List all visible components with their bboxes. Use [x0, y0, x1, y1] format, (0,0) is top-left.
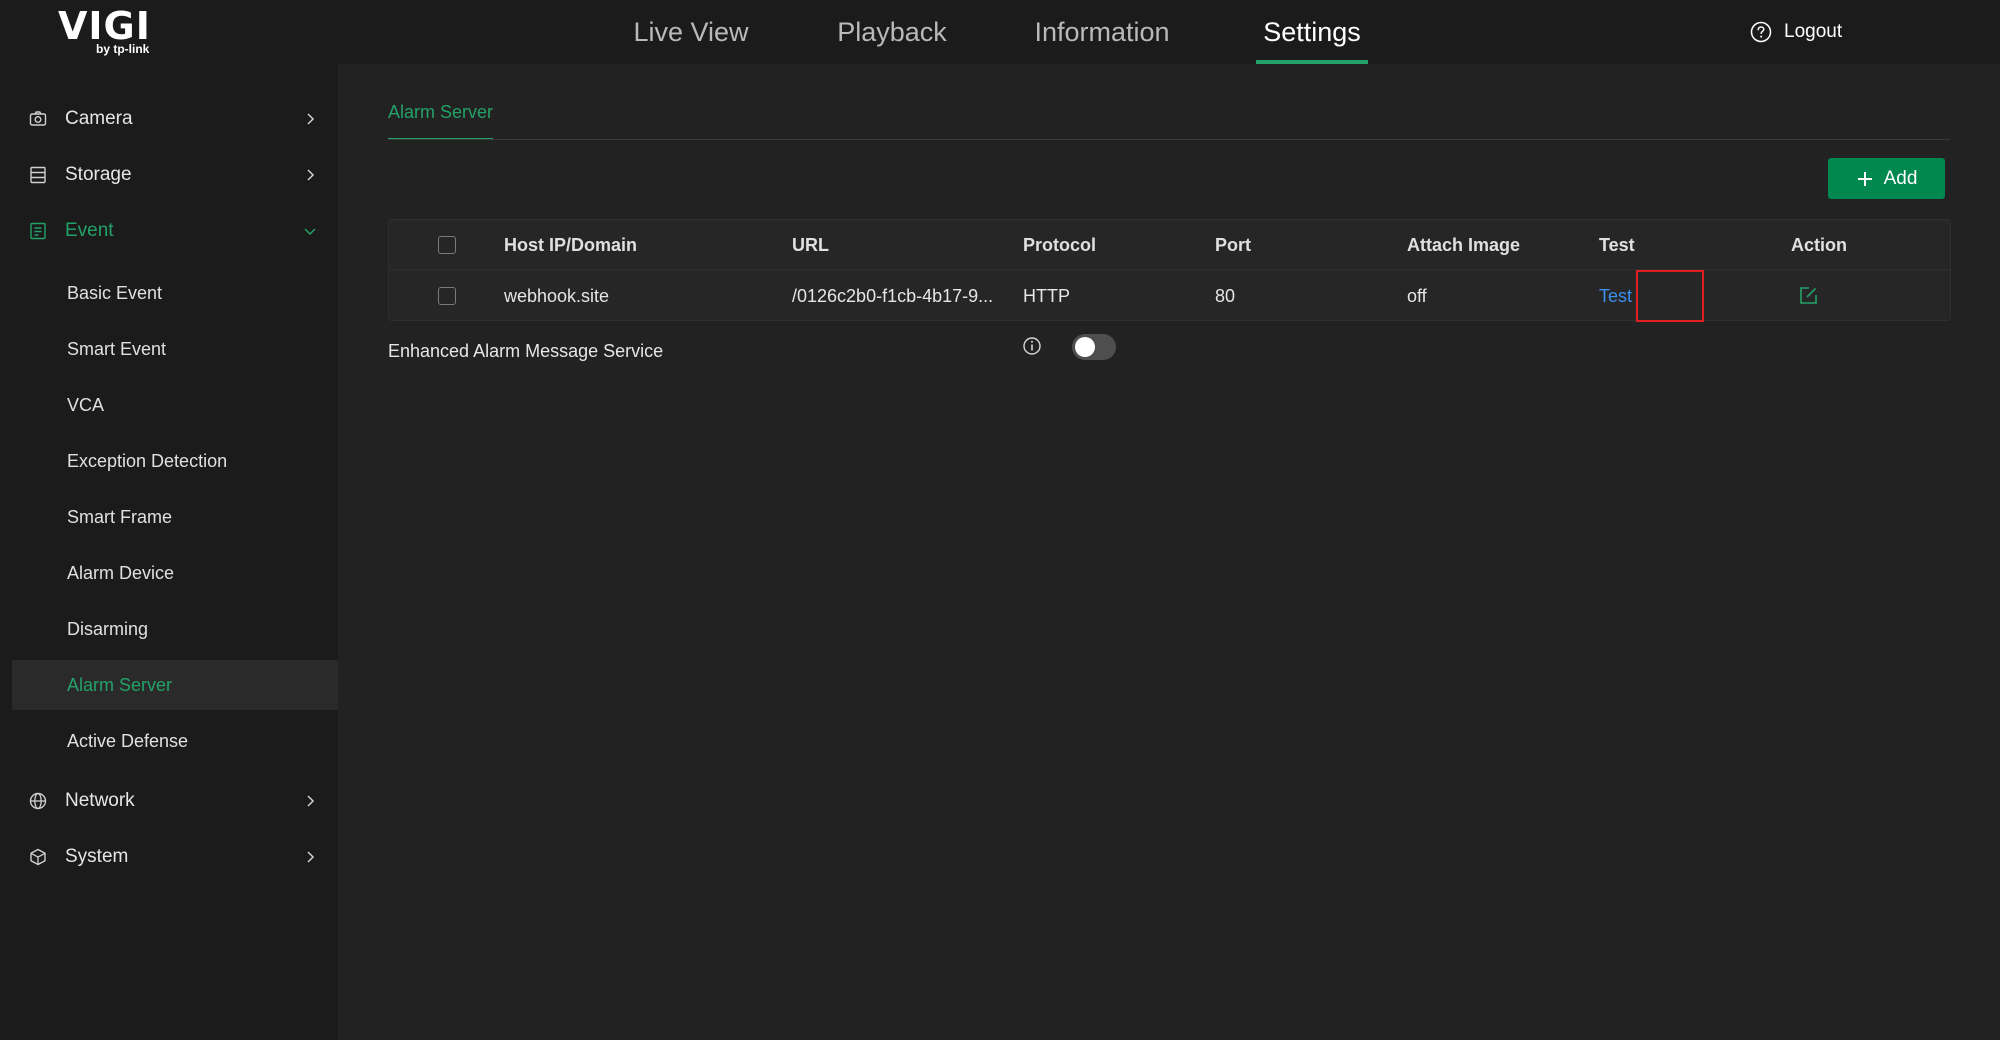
camera-icon: [29, 111, 47, 126]
app-root: VIGI by tp-link Live View Playback Infor…: [0, 0, 2000, 1040]
sidebar-item-label: Network: [65, 790, 135, 811]
sidebar-item-label: Camera: [65, 108, 133, 129]
main-content: Alarm Server Add Host IP/Domain URL Prot…: [338, 64, 2000, 1040]
sidebar-subitem-exception-detection[interactable]: Exception Detection: [12, 436, 338, 486]
tab-playback[interactable]: Playback: [834, 0, 950, 64]
column-header-test: Test: [1599, 235, 1635, 255]
add-button[interactable]: Add: [1828, 158, 1945, 199]
sidebar-subitem-active-defense[interactable]: Active Defense: [12, 716, 338, 766]
column-header-attach-image: Attach Image: [1407, 235, 1521, 255]
sidebar-item-label: System: [65, 846, 129, 867]
sidebar-subitem-label: Active Defense: [67, 731, 189, 751]
info-icon[interactable]: [1022, 336, 1042, 356]
sidebar-subitem-alarm-server[interactable]: Alarm Server: [12, 660, 338, 710]
enhanced-alarm-label: Enhanced Alarm Message Service: [388, 340, 664, 361]
alarm-server-table: Host IP/Domain URL Protocol Port Attach …: [388, 219, 1951, 322]
sidebar-subitem-label: Basic Event: [67, 283, 163, 303]
add-button-label: Add: [1883, 167, 1918, 189]
sidebar-subitem-smart-frame[interactable]: Smart Frame: [12, 492, 338, 542]
chevron-right-icon: [307, 851, 315, 863]
top-bar: VIGI by tp-link Live View Playback Infor…: [0, 0, 2000, 64]
subtab-label: Alarm Server: [388, 102, 494, 122]
sidebar-item-camera[interactable]: Camera: [12, 94, 338, 144]
chevron-down-icon: [304, 228, 316, 236]
sidebar-item-network[interactable]: Network: [12, 776, 338, 826]
cell-url: /0126c2b0-f1cb-4b17-9...: [792, 286, 994, 306]
table-header-row: Host IP/Domain URL Protocol Port Attach …: [389, 220, 1950, 270]
vigi-logo: VIGI by tp-link: [58, 6, 168, 58]
sidebar-subitem-label: VCA: [67, 395, 105, 415]
cell-attach-image: off: [1407, 286, 1427, 306]
tab-settings[interactable]: Settings: [1256, 0, 1368, 64]
toggle-knob: [1075, 337, 1095, 357]
tab-information[interactable]: Information: [1030, 0, 1174, 64]
chevron-right-icon: [307, 795, 315, 807]
tab-settings-label: Settings: [1263, 17, 1361, 47]
storage-icon: [30, 166, 46, 184]
event-icon: [30, 222, 46, 240]
sidebar-subitem-smart-event[interactable]: Smart Event: [12, 324, 338, 374]
sidebar-subitem-alarm-device[interactable]: Alarm Device: [12, 548, 338, 598]
logout-button[interactable]: Logout: [1750, 18, 1842, 46]
logout-label: Logout: [1784, 21, 1843, 42]
cube-icon: [30, 848, 46, 866]
enhanced-alarm-toggle[interactable]: [1072, 334, 1116, 360]
sidebar-item-event[interactable]: Event: [12, 206, 338, 256]
logo-tagline: by tp-link: [96, 42, 150, 56]
chevron-right-icon: [307, 169, 315, 181]
sidebar-subitem-basic-event[interactable]: Basic Event: [12, 268, 338, 318]
sidebar-item-label: Event: [65, 220, 114, 241]
sidebar: Camera Storage Event Basic Event Smart E…: [0, 64, 338, 1040]
test-link[interactable]: Test: [1599, 271, 1659, 321]
sidebar-subitem-disarming[interactable]: Disarming: [12, 604, 338, 654]
sidebar-subitem-label: Alarm Device: [67, 563, 175, 583]
row-checkbox[interactable]: [438, 287, 456, 305]
tab-divider: [388, 139, 1950, 140]
sidebar-subitem-label: Disarming: [67, 619, 149, 639]
cell-protocol: HTTP: [1023, 286, 1070, 306]
sidebar-subitem-label: Alarm Server: [67, 675, 173, 695]
edit-icon[interactable]: [1797, 285, 1819, 307]
subtab-alarm-server[interactable]: Alarm Server: [388, 102, 494, 140]
sidebar-item-label: Storage: [65, 164, 132, 185]
help-circle-icon: [1750, 21, 1772, 43]
table-row: webhook.site /0126c2b0-f1cb-4b17-9... HT…: [389, 270, 1950, 322]
cell-port: 80: [1215, 286, 1236, 306]
tab-live-view[interactable]: Live View: [630, 0, 752, 64]
column-header-host: Host IP/Domain: [504, 235, 638, 255]
select-all-checkbox[interactable]: [438, 236, 456, 254]
sidebar-subitem-label: Smart Event: [67, 339, 167, 359]
plus-icon: [1857, 171, 1872, 186]
sidebar-subitem-label: Exception Detection: [67, 451, 228, 471]
cell-host: webhook.site: [504, 286, 610, 306]
sidebar-item-system[interactable]: System: [12, 832, 338, 882]
chevron-right-icon: [307, 113, 315, 125]
sidebar-subitem-vca[interactable]: VCA: [12, 380, 338, 430]
enhanced-alarm-row: Enhanced Alarm Message Service: [388, 336, 663, 366]
sidebar-item-storage[interactable]: Storage: [12, 150, 338, 200]
globe-icon: [29, 792, 47, 810]
column-header-action: Action: [1791, 235, 1847, 255]
sidebar-subitem-label: Smart Frame: [67, 507, 173, 527]
logo-wordmark: VIGI: [58, 4, 151, 48]
column-header-port: Port: [1215, 235, 1251, 255]
column-header-protocol: Protocol: [1023, 235, 1097, 255]
column-header-url: URL: [792, 235, 829, 255]
